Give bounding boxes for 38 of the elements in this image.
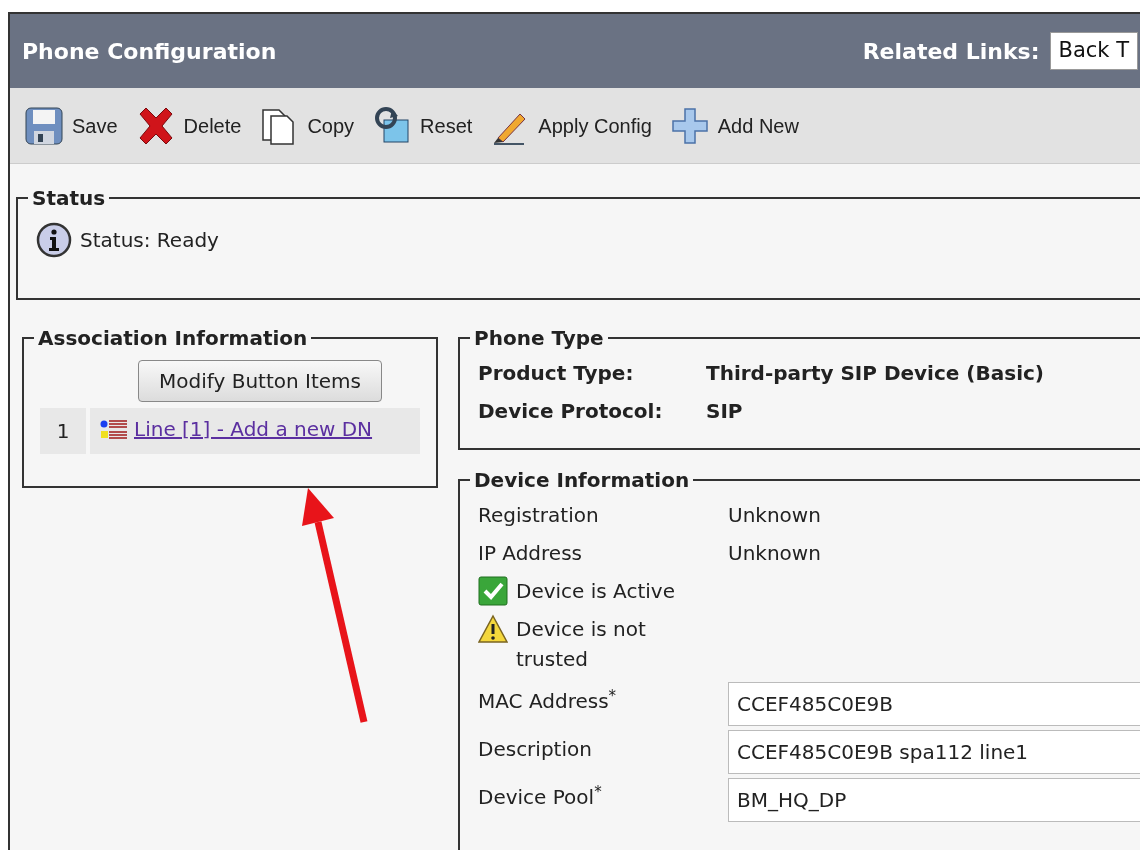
warning-icon (478, 614, 508, 644)
field-label: Product Type: (478, 360, 635, 387)
modify-button-items-button[interactable]: Modify Button Items (138, 360, 382, 402)
status-label: Device is Active (516, 578, 675, 605)
info-icon (36, 222, 72, 258)
field-value: Unknown (728, 540, 821, 567)
toolbar-button[interactable]: Add New (669, 105, 799, 146)
fieldset-legend: Phone Type (470, 328, 608, 348)
text-input[interactable]: CCEF485C0E9B (728, 682, 1140, 726)
toolbar-button[interactable]: Copy (259, 105, 355, 146)
field-label: Description (478, 736, 593, 763)
field-label: IP Address (478, 540, 583, 567)
field-value: Unknown (728, 502, 821, 529)
field-label: Device Protocol: (478, 398, 664, 425)
toolbar-button[interactable]: Apply Config (490, 105, 652, 146)
toolbar-button[interactable]: Save (24, 105, 118, 146)
fieldset-legend: Association Information (34, 328, 312, 348)
toolbar-button[interactable]: Reset (372, 105, 473, 146)
status-message: Status: Ready (80, 227, 219, 254)
field-value: SIP (706, 398, 743, 425)
toolbar-button[interactable]: Delete (135, 105, 242, 146)
line-link[interactable]: Line [1] - Add a new DN (134, 414, 373, 444)
text-input[interactable]: BM_HQ_DP (728, 778, 1140, 822)
line-icon (100, 418, 130, 440)
checkmark-icon (478, 576, 508, 606)
field-label: Device Pool$^{*}$ (478, 781, 603, 811)
fieldset-legend: Device Information (470, 470, 694, 490)
field-value: Third-party SIP Device (Basic) (706, 360, 1044, 387)
text-input[interactable]: CCEF485C0E9B spa112 line1 (728, 730, 1140, 774)
row-number: 1 (40, 408, 86, 454)
field-label: MAC Address$^{*}$ (478, 685, 618, 715)
page-title: Phone Configuration (22, 37, 277, 66)
fieldset-legend: Status (28, 188, 110, 208)
field-label: Registration (478, 502, 600, 529)
related-links-dropdown[interactable]: Back T (1049, 32, 1138, 70)
status-label: Device is not trusted (516, 616, 647, 673)
plus-icon (669, 105, 710, 146)
related-links-label: Related Links: (862, 37, 1040, 66)
